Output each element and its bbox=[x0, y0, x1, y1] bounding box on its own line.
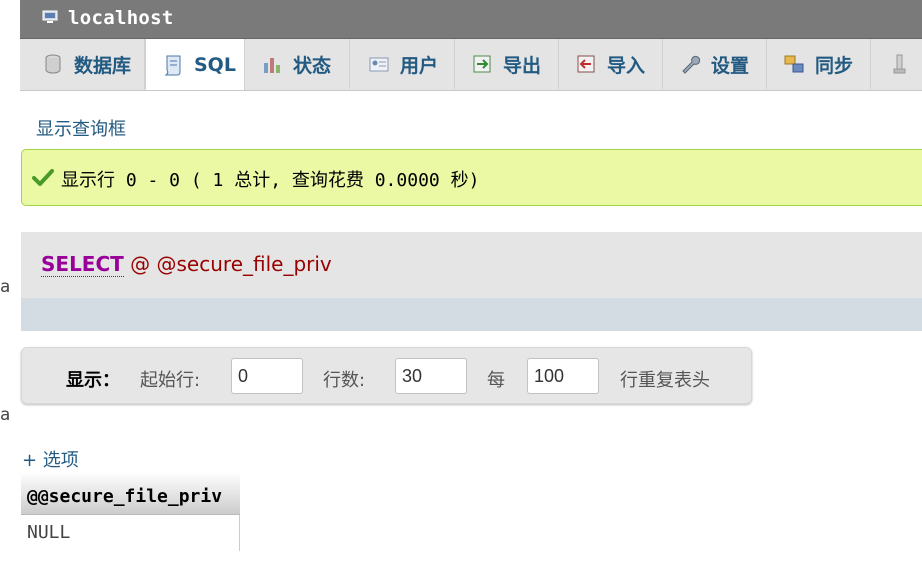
sql-expression: @ @secure_file_priv bbox=[130, 252, 332, 276]
column-header-secure-file-priv[interactable]: @@secure_file_priv bbox=[21, 472, 240, 515]
import-icon bbox=[577, 55, 595, 73]
tab-label: 同步 bbox=[815, 54, 854, 77]
options-toggle-link[interactable]: + 选项 bbox=[22, 446, 79, 472]
repeat-header-label: 行重复表头 bbox=[620, 370, 710, 391]
wrench-icon bbox=[682, 55, 701, 74]
rows-navigation-bar: 显示： 起始行: 行数: 每 行重复表头 bbox=[21, 347, 752, 404]
results-table: @@secure_file_priv NULL bbox=[21, 472, 240, 551]
server-icon bbox=[42, 10, 58, 23]
repeat-header-input[interactable] bbox=[527, 358, 599, 394]
show-label: 显示： bbox=[66, 370, 120, 391]
server-breadcrumb-bar: localhost bbox=[20, 0, 922, 39]
left-window-edge: a a bbox=[0, 0, 20, 584]
sql-keyword-select[interactable]: SELECT bbox=[41, 252, 124, 277]
tab-more[interactable] bbox=[871, 39, 922, 89]
tab-users[interactable]: 用户 bbox=[350, 39, 455, 89]
tab-export[interactable]: 导出 bbox=[455, 39, 559, 89]
sql-query-display: SELECT @ @secure_file_priv bbox=[21, 232, 922, 331]
sql-code: SELECT @ @secure_file_priv bbox=[41, 252, 332, 277]
sql-query-footer bbox=[21, 298, 922, 331]
table-cell: NULL bbox=[21, 515, 240, 551]
tab-label: 导入 bbox=[607, 54, 646, 77]
status-chart-icon bbox=[264, 58, 280, 73]
database-icon bbox=[45, 54, 61, 74]
tab-label: SQL bbox=[194, 53, 236, 76]
edge-glyph: a bbox=[0, 277, 11, 297]
sync-icon bbox=[784, 55, 804, 73]
main-tab-bar: 数据库 SQL 状态 用户 导出 导入 设置 同步 bbox=[20, 39, 922, 91]
server-name[interactable]: localhost bbox=[68, 7, 174, 29]
tab-label: 导出 bbox=[503, 54, 542, 77]
rows-count-label: 行数: bbox=[323, 370, 366, 391]
edge-glyph: a bbox=[0, 405, 11, 425]
users-card-icon bbox=[369, 57, 389, 72]
sql-scroll-icon bbox=[164, 55, 181, 75]
tab-label: 状态 bbox=[293, 54, 332, 77]
success-message: 显示行 0 - 0 ( 1 总计, 查询花费 0.0000 秒) bbox=[21, 149, 922, 206]
tab-label: 设置 bbox=[711, 54, 750, 77]
tab-status[interactable]: 状态 bbox=[245, 39, 350, 89]
start-row-label: 起始行: bbox=[140, 370, 201, 391]
rows-count-input[interactable] bbox=[395, 358, 467, 394]
tab-databases[interactable]: 数据库 bbox=[20, 39, 145, 89]
result-summary: 显示行 0 - 0 ( 1 总计, 查询花费 0.0000 秒) bbox=[61, 170, 480, 191]
tab-sync[interactable]: 同步 bbox=[767, 39, 871, 89]
tab-label: 数据库 bbox=[74, 54, 132, 77]
export-icon bbox=[473, 55, 491, 73]
per-label: 每 bbox=[487, 370, 505, 391]
more-icon bbox=[893, 54, 906, 74]
tab-label: 用户 bbox=[400, 54, 439, 77]
tab-settings[interactable]: 设置 bbox=[663, 39, 767, 89]
start-row-input[interactable] bbox=[231, 358, 303, 394]
tab-import[interactable]: 导入 bbox=[559, 39, 663, 89]
tab-sql[interactable]: SQL bbox=[145, 39, 245, 90]
show-query-box-link[interactable]: 显示查询框 bbox=[36, 115, 126, 141]
checkmark-icon bbox=[32, 169, 54, 186]
